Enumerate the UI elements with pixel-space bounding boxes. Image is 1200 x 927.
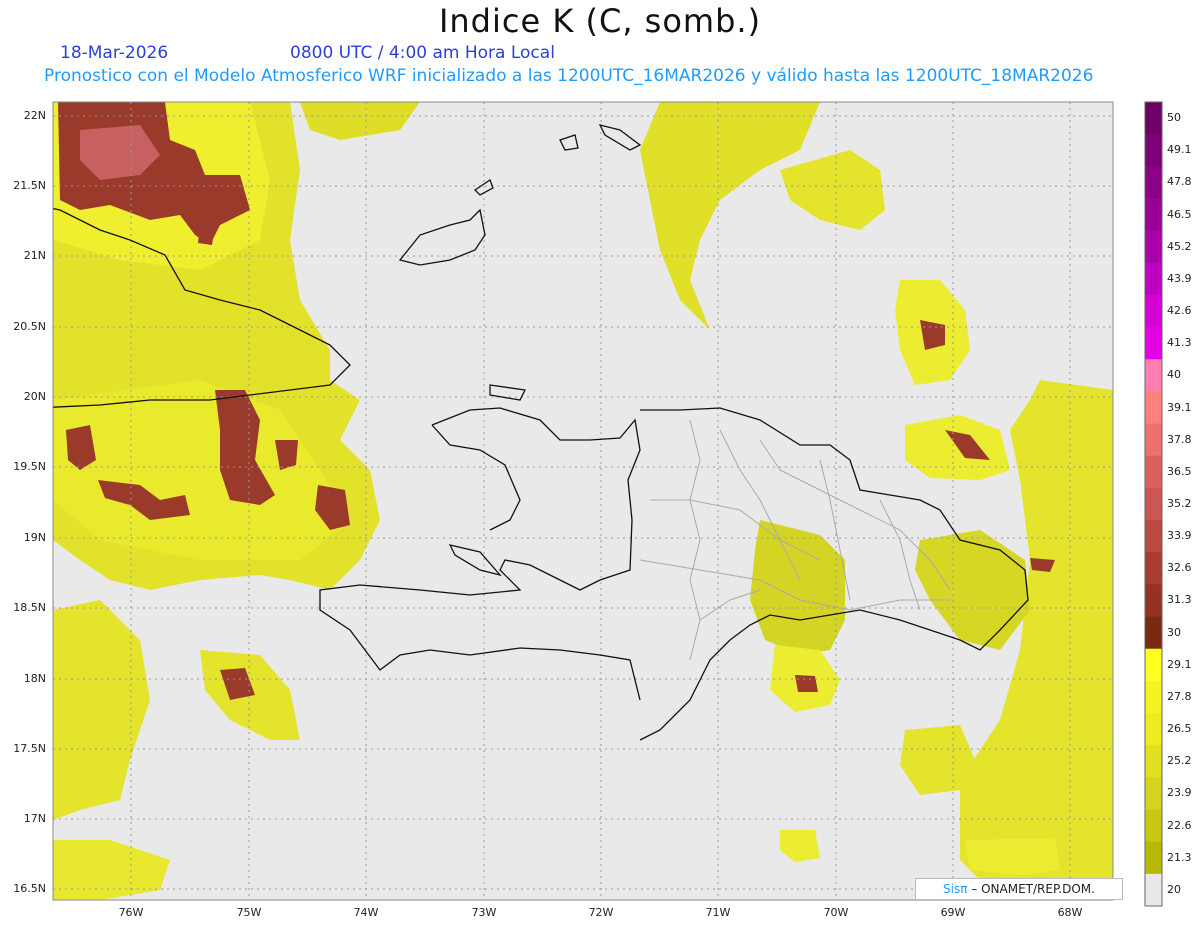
lat-label: 20.5N [13,320,46,333]
colorbar-label: 33.9 [1167,529,1192,543]
colorbar-label: 30 [1167,625,1181,639]
lat-label: 22N [23,109,46,122]
lat-label: 19.5N [13,460,46,473]
colorbar-swatch [1145,327,1162,360]
colorbar-label: 50 [1167,111,1181,125]
colorbar-swatch [1145,648,1162,682]
colorbar-swatch [1145,198,1162,232]
lon-label: 74W [353,906,379,919]
credit-box: Sisπ – ONAMET/REP.DOM. [915,878,1123,900]
colorbar-label: 21.3 [1167,850,1192,864]
lon-label: 76W [118,906,144,919]
lat-label: 16.5N [13,882,46,895]
colorbar-swatch [1145,552,1162,585]
colorbar-label: 29.1 [1167,657,1192,671]
lat-label: 20N [23,390,46,403]
lat-label: 21N [23,249,46,262]
colorbar-label: 20 [1167,882,1181,896]
colorbar-swatch [1145,230,1162,264]
colorbar-label: 39.1 [1167,400,1192,414]
colorbar-label: 36.5 [1167,464,1192,478]
colorbar-swatch [1145,841,1162,875]
colorbar-swatch [1145,455,1162,489]
colorbar-swatch [1145,359,1162,392]
colorbar-label: 45.2 [1167,239,1192,253]
colorbar-label: 23.9 [1167,786,1192,800]
colorbar-swatch [1145,423,1162,457]
lon-label: 71W [705,906,731,919]
colorbar-label: 31.3 [1167,593,1192,607]
colorbar-label: 42.6 [1167,304,1192,318]
lon-label: 73W [471,906,497,919]
colorbar-swatch [1145,745,1162,778]
credit-logo: Sisπ [943,882,968,896]
lat-label: 18N [23,672,46,685]
lon-label: 72W [588,906,614,919]
k-index-map [52,101,1163,907]
colorbar-label: 27.8 [1167,689,1192,703]
colorbar-swatch [1145,262,1162,296]
colorbar-swatch [1145,166,1162,199]
colorbar-label: 49.1 [1167,143,1192,157]
lat-label: 19N [23,531,46,544]
colorbar-swatch [1145,102,1162,135]
colorbar-swatch [1145,616,1162,650]
colorbar-swatch [1145,487,1162,521]
credit-text: – ONAMET/REP.DOM. [967,882,1095,896]
colorbar-label: 41.3 [1167,336,1192,350]
colorbar-label: 26.5 [1167,722,1192,736]
colorbar-swatch [1145,809,1162,843]
colorbar-label: 32.6 [1167,561,1192,575]
colorbar-swatch [1145,584,1162,618]
colorbar-swatch [1145,713,1162,746]
colorbar-label: 40 [1167,368,1181,382]
colorbar [1145,102,1162,907]
lon-label: 70W [823,906,849,919]
lon-label: 68W [1057,906,1083,919]
lon-label: 75W [236,906,262,919]
colorbar-label: 35.2 [1167,497,1192,510]
colorbar-label: 22.6 [1167,818,1192,832]
colorbar-label: 43.9 [1167,271,1192,285]
colorbar-swatch [1145,777,1162,811]
colorbar-label: 46.5 [1167,207,1192,221]
colorbar-label: 47.8 [1167,175,1192,189]
colorbar-label: 25.2 [1167,754,1192,768]
lat-label: 18.5N [13,601,46,614]
lat-label: 17N [23,812,46,825]
colorbar-swatch [1145,294,1162,328]
colorbar-swatch [1145,391,1162,425]
colorbar-swatch [1145,873,1162,907]
lat-label: 21.5N [13,179,46,192]
colorbar-swatch [1145,134,1162,167]
colorbar-swatch [1145,680,1162,714]
colorbar-swatch [1145,520,1162,553]
lat-label: 17.5N [13,742,46,755]
lon-label: 69W [940,906,966,919]
colorbar-label: 37.8 [1167,432,1192,446]
